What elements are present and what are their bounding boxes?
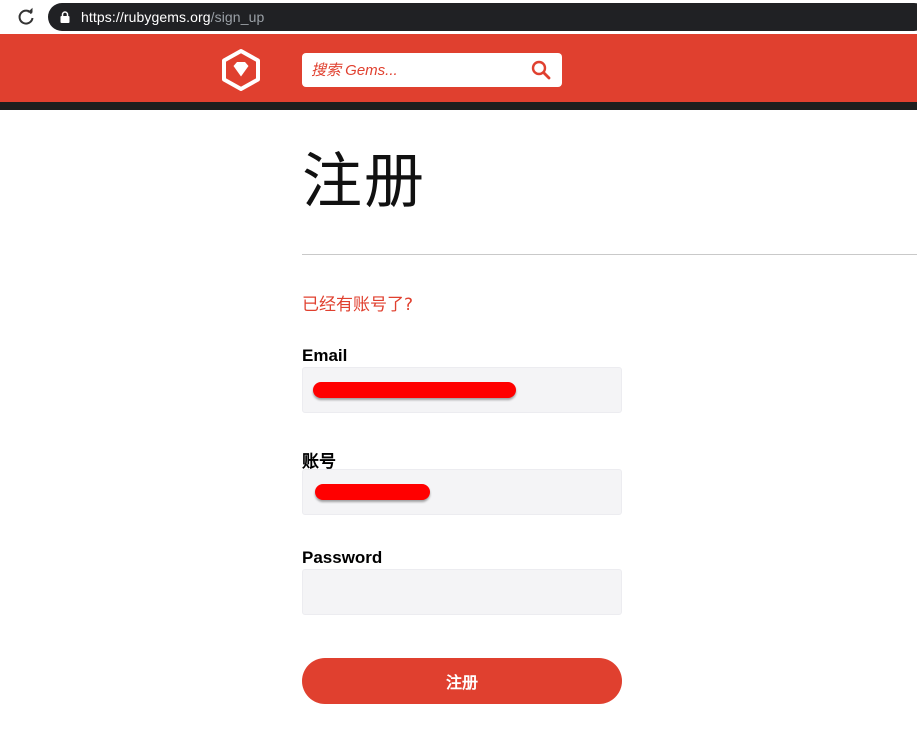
- url-host: https://rubygems.org: [81, 9, 211, 25]
- sign-up-button[interactable]: 注册: [302, 658, 622, 704]
- email-label: Email: [302, 346, 348, 365]
- search-icon[interactable]: [529, 59, 553, 81]
- password-input[interactable]: [303, 570, 621, 614]
- password-label: Password: [302, 548, 383, 567]
- header-underline: [0, 102, 917, 110]
- sign-in-link[interactable]: 已经有账号了?: [302, 290, 413, 315]
- handle-redaction-mark: [315, 484, 430, 500]
- search-box: [302, 53, 562, 87]
- password-field[interactable]: [302, 569, 622, 615]
- address-bar[interactable]: https://rubygems.org/sign_up: [48, 3, 917, 31]
- browser-toolbar: https://rubygems.org/sign_up: [0, 0, 917, 34]
- url-text: https://rubygems.org/sign_up: [81, 9, 264, 25]
- url-path: /sign_up: [210, 9, 265, 25]
- reload-icon[interactable]: [16, 7, 36, 27]
- rubygems-logo[interactable]: [220, 48, 262, 92]
- title-divider: [302, 254, 917, 255]
- page-title: 注册: [302, 147, 426, 217]
- email-redaction-mark: [313, 382, 516, 398]
- lock-icon: [60, 11, 70, 23]
- search-input[interactable]: [302, 53, 531, 87]
